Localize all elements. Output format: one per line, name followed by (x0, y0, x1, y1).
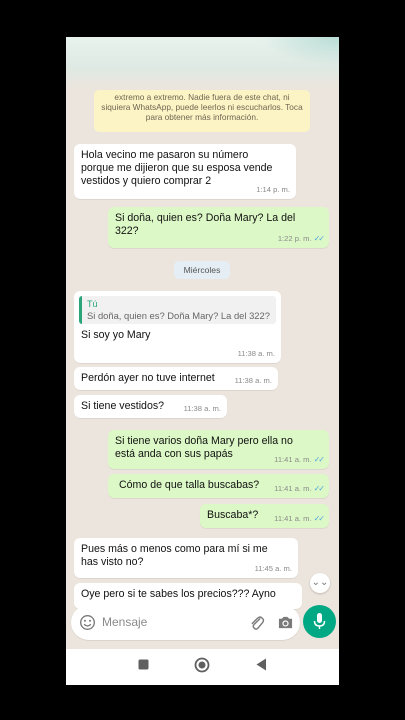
message-time: 11:45 a. m. (254, 564, 292, 573)
camera-icon[interactable] (277, 615, 294, 630)
phone-screen: extremo a extremo. Nadie fuera de este c… (66, 37, 339, 685)
double-check-icon: ✓✓ (313, 455, 325, 464)
message-text: Cómo de que talla buscabas? (119, 479, 260, 491)
message-meta: 11:41 a. m. ✓✓ (274, 512, 325, 525)
emoji-icon[interactable] (79, 614, 96, 631)
message-input[interactable] (102, 613, 232, 631)
circle-icon[interactable] (194, 657, 210, 673)
message-incoming[interactable]: Si tiene vestidos? 11:38 a. m. (74, 395, 227, 418)
message-time: 1:22 p. m. (277, 234, 312, 243)
scroll-to-bottom-button[interactable]: ⌄⌄ (310, 573, 330, 593)
encryption-notice[interactable]: extremo a extremo. Nadie fuera de este c… (94, 90, 310, 132)
message-time: 11:38 a. m. (183, 404, 221, 413)
quote-author: Tú (87, 299, 98, 309)
message-outgoing[interactable]: Si tiene varios doña Mary pero ella no e… (108, 430, 329, 469)
message-text: Perdón ayer no tuve internet (81, 372, 215, 384)
message-time: 1:14 p. m. (256, 185, 290, 194)
message-text: Si soy yo Mary (81, 329, 151, 341)
double-check-icon: ✓✓ (313, 234, 325, 243)
message-meta: 1:22 p. m. ✓✓ (277, 232, 325, 245)
message-time: 11:41 a. m. (274, 455, 312, 464)
paperclip-icon[interactable] (249, 614, 265, 631)
double-chevron-down-icon: ⌄⌄ (311, 577, 329, 588)
triangle-back-icon[interactable] (256, 658, 267, 671)
microphone-icon (313, 613, 326, 629)
microphone-button[interactable] (303, 605, 336, 638)
message-meta: 11:41 a. m. ✓✓ (274, 453, 325, 466)
quoted-message[interactable]: Tú Si doña, quien es? Doña Mary? La del … (79, 296, 276, 324)
square-icon[interactable] (138, 659, 149, 670)
chat-area[interactable]: extremo a extremo. Nadie fuera de este c… (66, 37, 339, 609)
message-outgoing[interactable]: Si doña, quien es? Doña Mary? La del 322… (108, 207, 329, 248)
message-text: Hola vecino me pasaron su número porque … (81, 149, 273, 187)
message-text: Pues más o menos como para mí si me has … (81, 543, 268, 568)
message-incoming[interactable]: Perdón ayer no tuve internet 11:38 a. m. (74, 367, 278, 390)
system-navigation-bar (66, 649, 339, 685)
message-time: 11:41 a. m. (274, 484, 312, 493)
double-check-icon: ✓✓ (313, 514, 325, 523)
quote-text: Si doña, quien es? Doña Mary? La del 322… (87, 310, 270, 321)
day-divider: Miércoles (174, 261, 230, 279)
message-text: Si tiene vestidos? (81, 400, 165, 412)
message-time: 11:38 a. m. (234, 376, 272, 385)
message-incoming[interactable]: Tú Si doña, quien es? Doña Mary? La del … (74, 291, 281, 363)
message-incoming[interactable]: Hola vecino me pasaron su número porque … (74, 144, 296, 199)
message-text: Oye pero si te sabes los precios??? Ayno (81, 588, 276, 600)
message-outgoing[interactable]: Buscaba*? 11:41 a. m. ✓✓ (200, 504, 329, 528)
message-time: 11:41 a. m. (274, 514, 312, 523)
message-time: 11:38 a. m. (237, 349, 275, 358)
message-incoming[interactable]: Pues más o menos como para mí si me has … (74, 538, 298, 578)
message-outgoing[interactable]: Cómo de que talla buscabas? 11:41 a. m. ✓… (108, 474, 329, 498)
double-check-icon: ✓✓ (313, 484, 325, 493)
message-text: Buscaba*? (207, 509, 259, 521)
message-meta: 11:41 a. m. ✓✓ (274, 482, 325, 495)
message-composer (71, 605, 300, 640)
